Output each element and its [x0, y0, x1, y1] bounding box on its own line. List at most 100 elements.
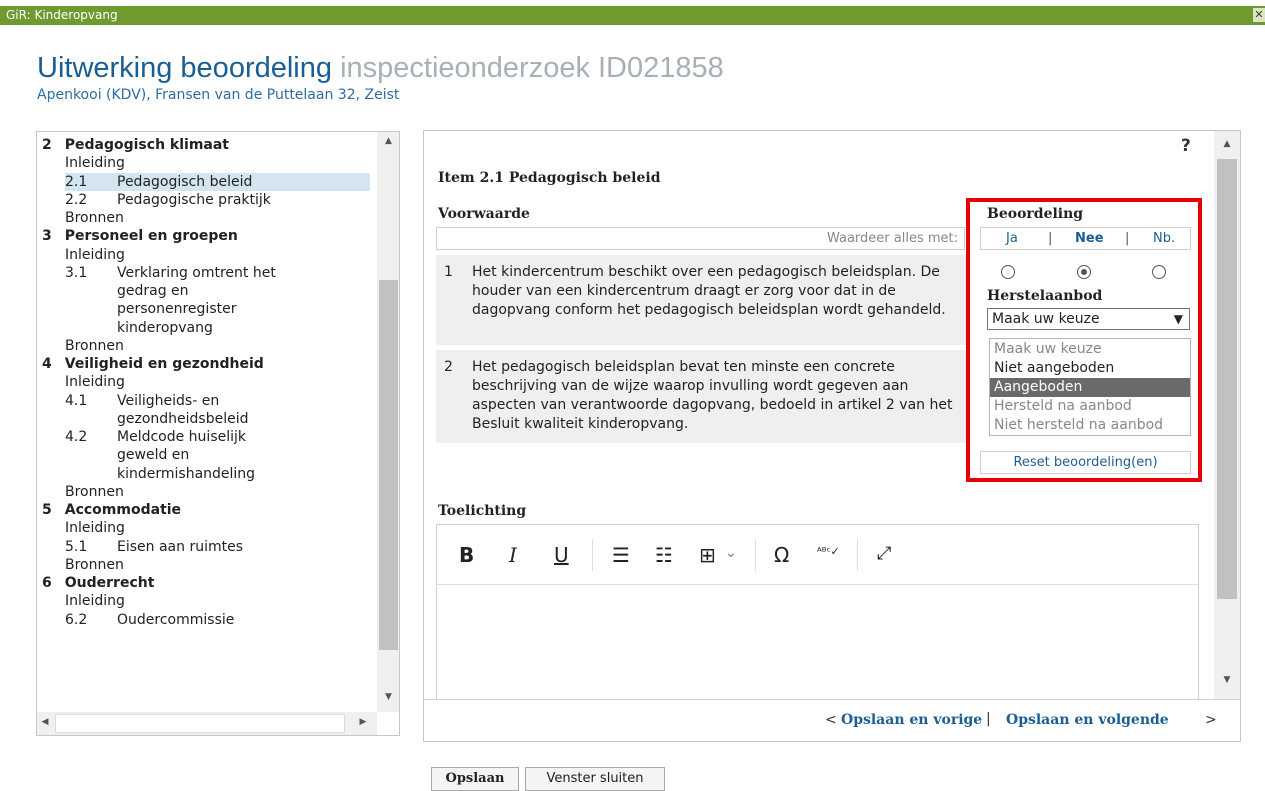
tree-item-continuation: gedrag en	[117, 283, 189, 299]
nav-separator: |	[986, 711, 991, 727]
tree-section[interactable]: 3 Personeel en groepen	[42, 227, 238, 245]
tree-item[interactable]: Inleiding	[65, 154, 125, 172]
tree-section[interactable]: 5 Accommodatie	[42, 501, 181, 519]
rate-all-ja-link[interactable]: Ja	[1006, 228, 1018, 249]
tree-item[interactable]: 2.1 Pedagogisch beleid	[65, 172, 370, 191]
tree-section-label: Ouderrecht	[64, 575, 155, 591]
tree-vertical-scrollbar[interactable]: ▲ ▼	[377, 132, 399, 712]
tree-section-number: 3	[42, 228, 52, 245]
tree-item-number: 5.1	[65, 538, 88, 555]
radio-nb[interactable]	[1152, 265, 1166, 279]
tree-item[interactable]: Inleiding	[65, 592, 125, 610]
underline-button[interactable]: U	[554, 543, 569, 567]
herstelaanbod-heading: Herstelaanbod	[987, 288, 1103, 304]
close-icon[interactable]: ✕	[1253, 8, 1265, 22]
tree-item[interactable]: Bronnen	[65, 209, 124, 227]
table-caret-icon[interactable]: ⌄	[725, 545, 737, 561]
tree-item[interactable]: 5.1 Eisen aan ruimtes	[65, 538, 243, 556]
previous-arrow-icon[interactable]: <	[825, 712, 837, 728]
tree-section-number: 4	[42, 356, 52, 372]
scroll-down-icon[interactable]: ▼	[1214, 675, 1240, 685]
option-niet-hersteld-na-aanbod[interactable]: Niet hersteld na aanbod	[990, 416, 1190, 435]
tree-item[interactable]: 6.2 Oudercommissie	[65, 611, 234, 629]
tree-horizontal-scrollbar[interactable]: ◀ ▶	[37, 712, 377, 735]
separator: |	[1125, 231, 1130, 246]
tree-section-number: 2	[42, 137, 52, 153]
scroll-left-icon[interactable]: ◀	[37, 717, 53, 727]
navigation-tree-panel: 2 Pedagogisch klimaat Inleiding 2.1 Pedagogi…	[36, 131, 400, 736]
scroll-right-icon[interactable]: ▶	[355, 717, 371, 727]
separator: |	[1048, 231, 1053, 246]
radio-nee[interactable]	[1077, 265, 1091, 279]
item-detail-panel: ? ▲ ▼ Item 2.1 Pedagogisch beleid Voorwa…	[423, 130, 1241, 742]
voorwaarde-heading: Voorwaarde	[438, 206, 530, 222]
scroll-down-icon[interactable]: ▼	[377, 692, 399, 702]
tree-item[interactable]: 3.1 Verklaring omtrent het	[65, 264, 276, 282]
tree-item[interactable]: 2.2 Pedagogische praktijk	[65, 191, 271, 209]
tree-scroll-thumb[interactable]	[379, 280, 398, 650]
next-arrow-icon[interactable]: >	[1205, 712, 1217, 728]
page-subtitle: Apenkooi (KDV), Fransen van de Puttelaan…	[37, 87, 400, 103]
bullet-list-icon[interactable]: ☰	[612, 543, 630, 567]
tree-section-label: Veiligheid en gezondheid	[64, 356, 264, 372]
tree-section-label: Accommodatie	[64, 502, 182, 518]
tree-item[interactable]: 4.1 Veiligheids- en	[65, 392, 219, 410]
tree-item-number: 3.1	[65, 264, 88, 281]
rate-all-nee-link[interactable]: Nee	[1075, 228, 1104, 249]
tree-item[interactable]: Inleiding	[65, 519, 125, 537]
fullscreen-icon[interactable]: ⤢	[877, 543, 891, 564]
save-button[interactable]: Opslaan	[431, 767, 519, 791]
special-character-icon[interactable]: Ω	[774, 543, 789, 567]
table-icon[interactable]: ⊞	[699, 543, 716, 567]
toelichting-heading: Toelichting	[438, 503, 527, 519]
detail-vertical-scrollbar[interactable]: ▲ ▼	[1214, 131, 1240, 699]
tree-item-number: 6.2	[65, 611, 88, 628]
tree-item[interactable]: Bronnen	[65, 483, 124, 501]
scroll-up-icon[interactable]: ▲	[377, 136, 399, 146]
help-icon[interactable]: ?	[1181, 136, 1191, 156]
scroll-up-icon[interactable]: ▲	[1214, 139, 1240, 149]
tree-item[interactable]: Bronnen	[65, 556, 124, 574]
close-window-button[interactable]: Venster sluiten	[525, 767, 665, 791]
option-niet-aangeboden[interactable]: Niet aangeboden	[990, 359, 1190, 378]
save-and-next-link[interactable]: Opslaan en volgende	[1006, 712, 1169, 728]
reset-beoordeling-button[interactable]: Reset beoordeling(en)	[980, 451, 1191, 474]
detail-scroll-thumb[interactable]	[1217, 159, 1237, 599]
tree-section[interactable]: 6 Ouderrecht	[42, 574, 154, 592]
tree-item-continuation: kinderopvang	[117, 319, 213, 336]
herstelaanbod-select[interactable]: Maak uw keuze ▼	[987, 308, 1190, 330]
tree-item[interactable]: Inleiding	[65, 246, 125, 264]
toelichting-editor[interactable]: B I U ☰ ☷ ⊞ ⌄ Ω ᴬᴮᶜ✓ ⤢	[436, 524, 1199, 700]
item-title: Item 2.1 Pedagogisch beleid	[438, 170, 661, 186]
numbered-list-icon[interactable]: ☷	[655, 543, 673, 567]
condition-row: 1 Het kindercentrum beschikt over een pe…	[436, 255, 967, 345]
option-maak-uw-keuze[interactable]: Maak uw keuze	[990, 340, 1190, 359]
tree-item[interactable]: Bronnen	[65, 337, 124, 355]
tree-item-continuation: personenregister	[117, 301, 237, 318]
tree-item-number: 2.2	[65, 191, 88, 208]
tree-item[interactable]: 4.2 Meldcode huiselijk	[65, 428, 246, 446]
waardeer-alles-label: Waardeer alles met:	[436, 227, 965, 250]
option-hersteld-na-aanbod[interactable]: Hersteld na aanbod	[990, 397, 1190, 416]
spellcheck-icon[interactable]: ᴬᴮᶜ✓	[817, 545, 840, 558]
tree-item-label: Veiligheids- en	[117, 392, 220, 409]
bold-button[interactable]: B	[459, 543, 474, 567]
tree-section[interactable]: 4 Veiligheid en gezondheid	[42, 355, 264, 373]
tree-item-number: 4.2	[65, 429, 88, 445]
save-and-previous-link[interactable]: Opslaan en vorige	[841, 712, 982, 728]
tree-item-continuation: geweld en	[117, 447, 190, 464]
tree-item-number: 2.1	[65, 173, 88, 190]
tree-item[interactable]: Inleiding	[65, 373, 125, 391]
herstelaanbod-value: Maak uw keuze	[992, 311, 1100, 327]
condition-number: 2	[444, 359, 453, 375]
option-aangeboden[interactable]: Aangeboden	[990, 378, 1190, 397]
italic-button[interactable]: I	[509, 543, 517, 567]
rate-all-nb-link[interactable]: Nb.	[1153, 228, 1175, 249]
tree-item-label: Verklaring omtrent het	[117, 264, 276, 281]
window-titlebar: GiR: Kinderopvang ✕	[0, 6, 1265, 25]
tree-hscroll-thumb[interactable]	[55, 714, 345, 733]
tree-section[interactable]: 2 Pedagogisch klimaat	[42, 136, 229, 154]
radio-ja[interactable]	[1001, 265, 1015, 279]
tree-section-label: Pedagogisch klimaat	[64, 137, 229, 153]
page-title-main: Uitwerking beoordeling	[37, 52, 332, 84]
